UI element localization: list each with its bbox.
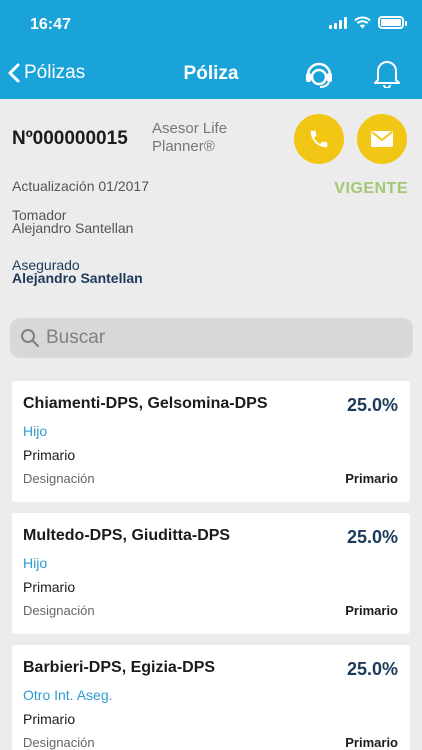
signal-icon <box>329 16 347 29</box>
search-icon <box>21 329 40 348</box>
chevron-left-icon <box>8 63 20 83</box>
beneficiary-name: Multedo-DPS, Giuditta-DPS <box>23 527 231 544</box>
phone-icon <box>310 130 328 148</box>
designation-label: Designación <box>23 603 95 618</box>
beneficiary-type: Primario <box>23 447 76 463</box>
beneficiary-percent: 25.0% <box>346 659 398 679</box>
advisor-label: Asesor Life Planner® <box>152 120 228 155</box>
mail-icon <box>371 131 393 147</box>
policy-number: Nº000000015 <box>12 128 128 149</box>
update-date: Actualización 01/2017 <box>12 178 149 194</box>
status-icons <box>329 16 407 29</box>
search-bar[interactable] <box>10 318 413 358</box>
holder-name: Alejandro Santellan <box>12 220 134 236</box>
top-bar: 16:47 Pólizas Póliza <box>0 0 422 99</box>
search-input[interactable] <box>46 327 386 349</box>
bell-icon[interactable] <box>374 58 400 88</box>
beneficiary-card[interactable]: Barbieri-DPS, Egizia-DPS 25.0% Otro Int.… <box>12 645 410 750</box>
status-time: 16:47 <box>30 16 71 33</box>
call-button[interactable] <box>294 114 344 164</box>
beneficiary-name: Barbieri-DPS, Egizia-DPS <box>23 659 216 676</box>
beneficiary-type: Primario <box>23 579 76 595</box>
designation-label: Designación <box>23 471 95 486</box>
wifi-icon <box>354 16 371 29</box>
beneficiary-relation: Hijo <box>23 423 48 439</box>
back-label: Pólizas <box>24 62 86 83</box>
status-badge: VIGENTE <box>334 180 408 197</box>
beneficiary-card[interactable]: Chiamenti-DPS, Gelsomina-DPS 25.0% Hijo … <box>12 381 410 502</box>
designation-value: Primario <box>345 603 398 618</box>
insured-name: Alejandro Santellan <box>12 270 143 286</box>
designation-label: Designación <box>23 735 95 750</box>
beneficiary-name: Chiamenti-DPS, Gelsomina-DPS <box>23 395 268 412</box>
beneficiary-card[interactable]: Multedo-DPS, Giuditta-DPS 25.0% Hijo Pri… <box>12 513 410 634</box>
designation-value: Primario <box>345 735 398 750</box>
beneficiary-type: Primario <box>23 711 76 727</box>
back-button[interactable]: Pólizas <box>8 62 85 84</box>
beneficiary-percent: 25.0% <box>346 395 398 415</box>
beneficiary-relation: Hijo <box>23 555 48 571</box>
email-button[interactable] <box>357 114 407 164</box>
support-headset-icon[interactable] <box>303 58 335 90</box>
beneficiary-percent: 25.0% <box>346 527 398 547</box>
beneficiary-relation: Otro Int. Aseg. <box>23 687 113 703</box>
designation-value: Primario <box>345 471 398 486</box>
battery-icon <box>378 16 407 29</box>
